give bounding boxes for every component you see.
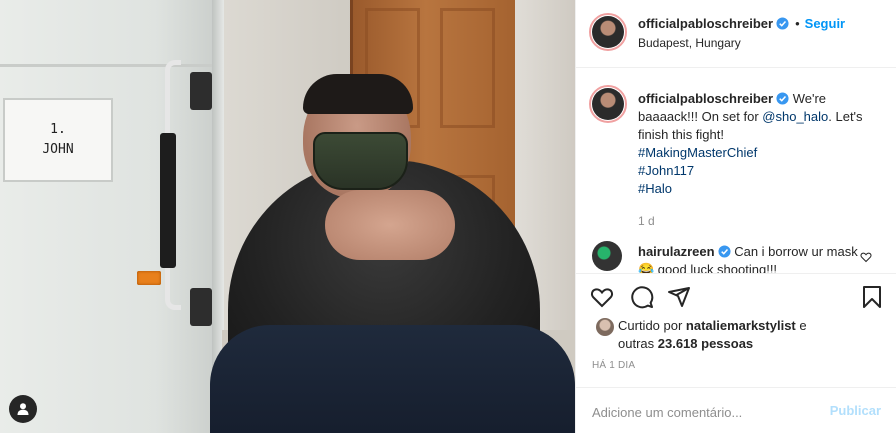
trailer-handle-grip	[160, 133, 176, 268]
likes-avatar[interactable]	[596, 318, 614, 336]
comment-bubble-icon[interactable]	[630, 285, 654, 309]
comments-area: officialpabloschreiber We're baaaack!!! …	[576, 69, 896, 273]
hashtag-halo[interactable]: #Halo	[638, 180, 888, 198]
comment-item: hairulazreen Can i borrow ur mask😂 good …	[638, 243, 858, 273]
comment-username[interactable]: hairulazreen	[638, 244, 715, 259]
post-side-panel: officialpabloschreiber • Seguir Budapest, …	[575, 0, 896, 433]
caption-avatar-image	[592, 88, 624, 120]
trailer-seam	[0, 64, 215, 67]
like-comment-heart-icon[interactable]	[860, 251, 872, 263]
handle-bracket-top	[190, 72, 212, 110]
likes-suffix[interactable]: pessoas	[698, 336, 753, 351]
door-panel-top-right	[440, 8, 495, 128]
hashtag-making-master-chief[interactable]: #MakingMasterChief	[638, 144, 888, 162]
verified-badge-icon	[776, 92, 789, 105]
caption-avatar[interactable]	[589, 85, 627, 123]
like-heart-icon[interactable]	[590, 285, 614, 309]
caption-time[interactable]: 1 d	[638, 212, 888, 230]
person-hair	[303, 74, 413, 114]
likes-second-prefix: outras	[618, 336, 658, 351]
trailer-name-plate: 1. JOHN	[3, 98, 113, 182]
hashtag-john117[interactable]: #John117	[638, 162, 888, 180]
header-user-line: officialpabloschreiber • Seguir	[638, 16, 845, 31]
trailer-indicator-light	[137, 271, 161, 285]
post-timestamp[interactable]: HÁ 1 DIA	[592, 360, 635, 371]
verified-badge-icon	[718, 245, 731, 258]
likes-count[interactable]: 23.618	[658, 336, 698, 351]
name-plate-name: JOHN	[42, 142, 74, 157]
person-jeans	[210, 325, 575, 433]
author-avatar-image	[592, 16, 624, 48]
share-send-icon[interactable]	[667, 285, 691, 309]
verified-badge-icon	[776, 17, 789, 30]
save-bookmark-icon[interactable]	[860, 285, 884, 309]
name-plate-number: 1.	[50, 122, 66, 137]
likes-prefix: Curtido por	[618, 318, 686, 333]
caption-mention[interactable]: @sho_halo	[762, 109, 828, 124]
location-link[interactable]: Budapest, Hungary	[638, 36, 741, 50]
caption: officialpabloschreiber We're baaaack!!! …	[638, 90, 888, 230]
post-photo[interactable]: 1. JOHN	[0, 0, 575, 433]
author-avatar[interactable]	[589, 13, 627, 51]
user-icon	[17, 403, 29, 415]
follow-separator: •	[795, 16, 800, 31]
person-mask	[313, 132, 408, 190]
post-header: officialpabloschreiber • Seguir Budapest, …	[576, 0, 896, 68]
add-comment-section: Publicar	[576, 387, 896, 433]
likes-summary: Curtido por nataliemarkstylist e outras …	[618, 317, 888, 353]
tagged-users-button[interactable]	[9, 395, 37, 423]
header-username[interactable]: officialpabloschreiber	[638, 16, 773, 31]
post-actions: Curtido por nataliemarkstylist e outras …	[576, 273, 896, 433]
commenter-avatar[interactable]	[592, 241, 622, 271]
publish-button[interactable]: Publicar	[830, 403, 881, 418]
likes-user-link[interactable]: nataliemarkstylist	[686, 318, 796, 333]
follow-button[interactable]: Seguir	[805, 16, 845, 31]
likes-middle: e	[795, 318, 807, 333]
caption-username[interactable]: officialpabloschreiber	[638, 91, 773, 106]
comment-input[interactable]	[592, 402, 822, 422]
handle-bracket-bottom	[190, 288, 212, 326]
person-hands	[325, 190, 455, 260]
